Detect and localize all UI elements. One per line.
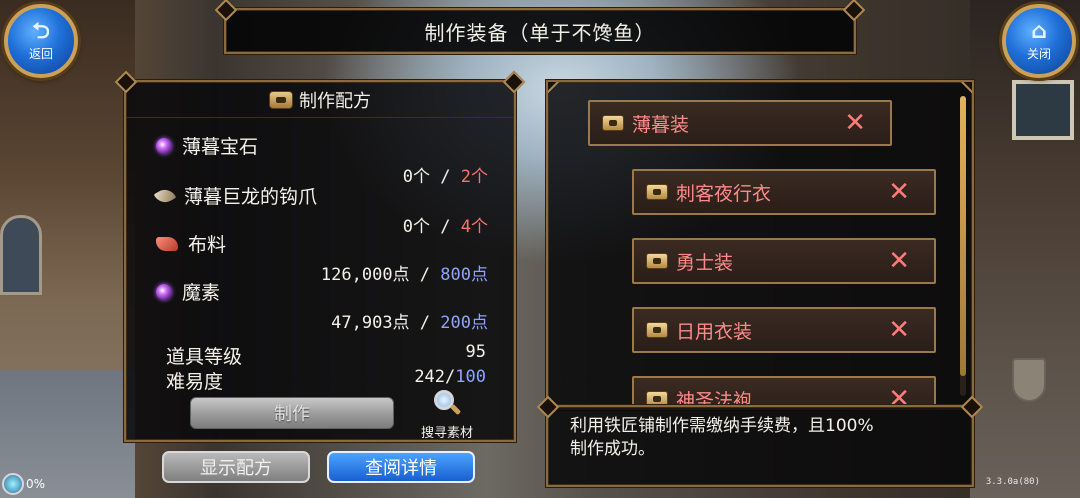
background-shield-emblem <box>1012 358 1046 402</box>
difficulty-label: 难易度 <box>166 371 224 393</box>
show-recipe-button[interactable]: 显示配方 <box>162 451 310 483</box>
show-recipe-label: 显示配方 <box>200 458 272 479</box>
material-have: 47,903点 <box>331 313 410 333</box>
material-need: 200点 <box>440 313 488 333</box>
background-arch-window <box>0 215 42 295</box>
item-level-value: 95 <box>465 342 486 362</box>
cloth-icon <box>156 236 178 251</box>
title-bar: 制作装备（单于不馋鱼） <box>224 8 856 54</box>
view-details-label: 查阅详情 <box>365 458 437 479</box>
list-item-label: 刺客夜行衣 <box>676 182 772 205</box>
close-button-label: 关闭 <box>1026 46 1051 61</box>
version-label: 3.3.0a(80) <box>985 477 1040 487</box>
craft-button[interactable]: 制作 <box>190 397 394 429</box>
scroll-icon <box>646 253 668 269</box>
craft-button-label: 制作 <box>274 404 310 425</box>
material-row: 薄暮巨龙的钩爪 0个 / 4个 <box>153 182 496 237</box>
list-item[interactable]: 薄暮装 ✕ <box>588 100 892 146</box>
material-name: 薄暮宝石 <box>182 136 259 158</box>
gem-icon <box>156 283 172 300</box>
orb-icon <box>2 473 24 495</box>
difficulty-max: 100 <box>455 367 486 387</box>
recipe-header-label: 制作配方 <box>299 90 371 112</box>
material-row: 布料 126,000点 / 800点 <box>156 230 496 285</box>
return-arrow-icon: ⮌ <box>32 18 50 44</box>
item-level-label: 道具等级 <box>166 346 243 368</box>
close-button[interactable]: ⌂ 关闭 <box>1002 4 1076 78</box>
info-box: 利用铁匠铺制作需缴纳手续费，且100% 制作成功。 <box>546 405 974 487</box>
info-text-line1: 利用铁匠铺制作需缴纳手续费，且100% <box>570 416 874 436</box>
difficulty-current: 242 <box>414 367 446 387</box>
material-row: 魔素 47,903点 / 200点 <box>156 278 496 333</box>
status-percent: 0% <box>26 477 46 491</box>
back-button-label: 返回 <box>28 46 53 61</box>
recipe-panel: 制作配方 薄暮宝石 0个 / 2个 薄暮巨龙的钩爪 0个 / 4个 布料 126… <box>124 80 516 442</box>
magnifier-icon <box>434 390 462 416</box>
scrollbar-thumb[interactable] <box>960 96 966 376</box>
material-name: 布料 <box>188 234 227 256</box>
list-item-label: 勇士装 <box>676 251 734 274</box>
list-item-label: 薄暮装 <box>632 113 690 136</box>
status-indicator: 0% <box>2 473 45 495</box>
scroll-icon <box>646 184 668 200</box>
claw-icon <box>153 184 177 207</box>
list-item[interactable]: 勇士装 ✕ <box>632 238 936 284</box>
info-text-line2: 制作成功。 <box>570 439 655 459</box>
list-item-label: 日用衣装 <box>676 320 753 343</box>
home-icon: ⌂ <box>1031 18 1047 44</box>
background-window <box>1012 80 1074 140</box>
close-icon[interactable]: ✕ <box>888 246 910 276</box>
difficulty-sep: / <box>445 367 456 387</box>
scroll-icon <box>602 115 624 131</box>
gem-icon <box>156 137 172 154</box>
close-icon[interactable]: ✕ <box>888 177 910 207</box>
back-button[interactable]: ⮌ 返回 <box>4 4 78 78</box>
search-materials-button[interactable]: 搜寻素材 <box>412 390 482 441</box>
equipment-list-panel: 薄暮装 ✕ 刺客夜行衣 ✕ 勇士装 ✕ 日用衣装 ✕ 神圣法袍 ✕ <box>546 80 974 410</box>
close-icon[interactable]: ✕ <box>844 108 866 138</box>
search-materials-label: 搜寻素材 <box>420 426 473 441</box>
page-title: 制作装备（单于不馋鱼） <box>424 20 656 45</box>
material-sep: / <box>409 313 441 333</box>
recipe-scroll-icon <box>269 90 293 109</box>
material-name: 薄暮巨龙的钩爪 <box>184 186 318 208</box>
background-building-left <box>0 0 135 498</box>
item-level-row: 道具等级 95 <box>166 342 486 369</box>
view-details-button[interactable]: 查阅详情 <box>327 451 475 483</box>
material-name: 魔素 <box>182 282 221 304</box>
scroll-icon <box>646 322 668 338</box>
material-row: 薄暮宝石 0个 / 2个 <box>156 132 496 187</box>
close-icon[interactable]: ✕ <box>888 315 910 345</box>
recipe-header: 制作配方 <box>126 82 514 118</box>
list-item[interactable]: 刺客夜行衣 ✕ <box>632 169 936 215</box>
list-item[interactable]: 日用衣装 ✕ <box>632 307 936 353</box>
material-quantity: 47,903点 / 200点 <box>331 308 488 333</box>
